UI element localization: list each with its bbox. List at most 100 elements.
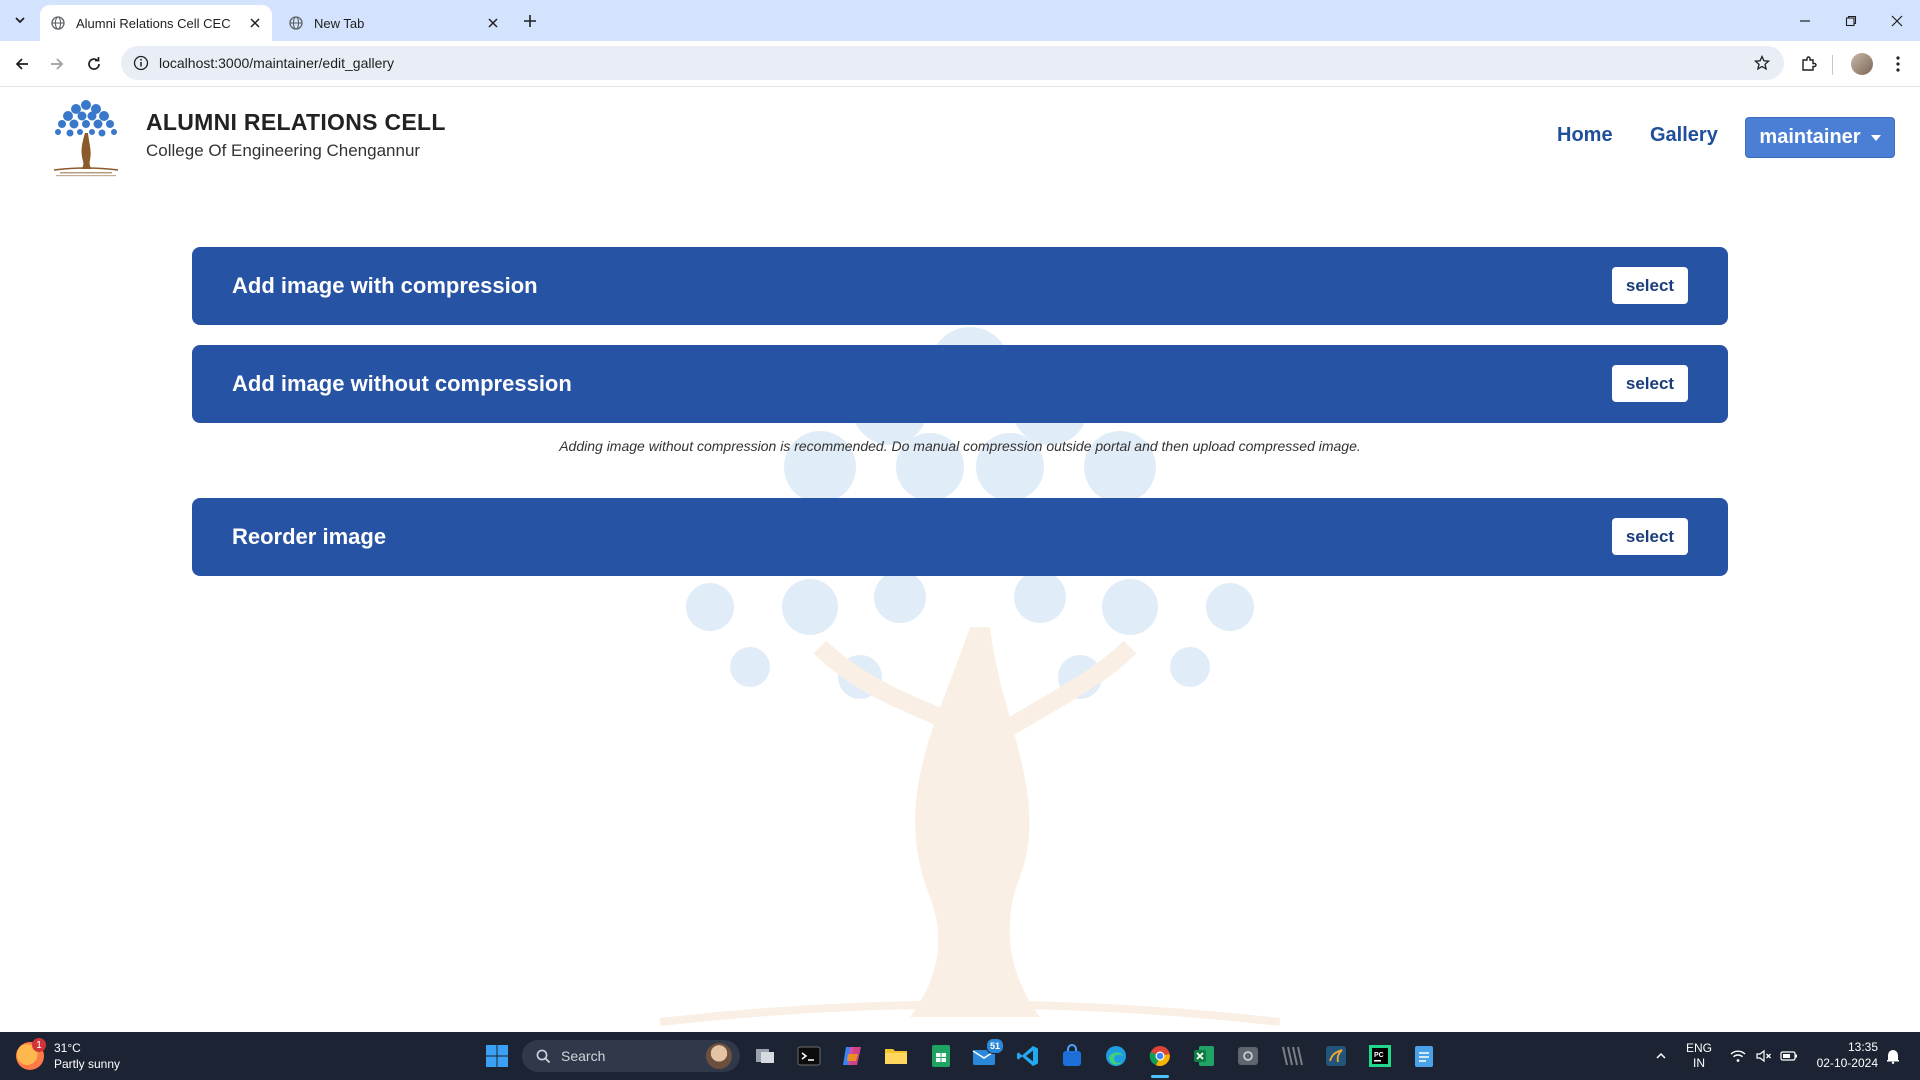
taskbar-search[interactable]: Search: [522, 1040, 740, 1072]
browser-toolbar: localhost:3000/maintainer/edit_gallery: [0, 41, 1920, 87]
windows-logo-icon: [486, 1045, 508, 1067]
battery-status[interactable]: [1780, 1032, 1798, 1080]
extensions-button[interactable]: [1794, 49, 1824, 79]
reload-button[interactable]: [79, 49, 109, 79]
taskbar-mysql[interactable]: [1322, 1042, 1350, 1070]
url-text: localhost:3000/maintainer/edit_gallery: [159, 55, 395, 71]
puzzle-icon: [1802, 56, 1817, 71]
volume-muted-icon: [1756, 1049, 1771, 1063]
start-button[interactable]: [483, 1042, 511, 1070]
search-highlight-image: [706, 1043, 732, 1069]
app-bag-icon: [1063, 1044, 1081, 1066]
card-label: Add image without compression: [232, 371, 572, 396]
weather-desc: Partly sunny: [54, 1057, 121, 1071]
nav-home-link[interactable]: Home: [1557, 124, 1613, 147]
plus-icon: [524, 15, 536, 27]
edge-icon: [1106, 1046, 1126, 1066]
select-reorder-button[interactable]: select: [1612, 518, 1688, 555]
browser-tab-active[interactable]: Alumni Relations Cell CEC: [40, 5, 272, 41]
windows-taskbar: 1 31°C Partly sunny Search 51 PC ENG IN …: [0, 1032, 1920, 1080]
chevron-down-icon: [15, 17, 25, 24]
tab-title: New Tab: [314, 15, 365, 31]
svg-text:PC: PC: [1374, 1052, 1384, 1059]
back-button[interactable]: [7, 49, 37, 79]
globe-icon: [288, 15, 304, 31]
taskbar-search-placeholder: Search: [561, 1048, 606, 1064]
taskbar-sheets[interactable]: [927, 1042, 955, 1070]
select-with-compression-button[interactable]: select: [1612, 267, 1688, 304]
vscode-icon: [1017, 1046, 1038, 1066]
taskbar-chrome[interactable]: [1146, 1042, 1174, 1078]
forward-button[interactable]: [42, 49, 72, 79]
task-view-icon: [756, 1049, 774, 1063]
weather-widget[interactable]: 1 31°C Partly sunny: [16, 1038, 121, 1072]
taskbar-terminal[interactable]: [795, 1042, 823, 1070]
globe-icon: [50, 15, 66, 31]
system-clock[interactable]: 13:35 02-10-2024: [1806, 1039, 1878, 1071]
compression-note: Adding image without compression is reco…: [559, 438, 1361, 454]
taskbar-notepad[interactable]: [1410, 1042, 1438, 1070]
folder-icon: [885, 1049, 907, 1064]
minimize-button[interactable]: [1782, 0, 1828, 41]
wifi-status[interactable]: [1730, 1032, 1746, 1080]
alumni-cell-logo[interactable]: [46, 95, 126, 177]
arrow-right-icon: [51, 58, 64, 70]
taskbar-app-blue[interactable]: [1058, 1042, 1086, 1070]
language-indicator[interactable]: ENG IN: [1686, 1032, 1712, 1080]
taskbar-mail[interactable]: 51: [970, 1038, 1004, 1070]
kebab-menu-icon: [1896, 56, 1900, 72]
bell-icon: [1887, 1050, 1899, 1064]
avatar: [1851, 53, 1873, 75]
close-tab-icon[interactable]: [246, 14, 264, 32]
show-hidden-icons-button[interactable]: [1655, 1032, 1667, 1080]
close-window-button[interactable]: [1874, 0, 1920, 41]
taskbar-pycharm[interactable]: PC: [1366, 1042, 1394, 1070]
app-lines-icon: [1282, 1046, 1303, 1066]
close-tab-icon[interactable]: [484, 14, 502, 32]
site-title: ALUMNI RELATIONS CELL: [146, 109, 446, 135]
bookmark-star-icon[interactable]: [1750, 51, 1774, 75]
taskbar-app-lines[interactable]: [1278, 1042, 1306, 1070]
task-view-button[interactable]: [751, 1042, 779, 1070]
wifi-icon: [1730, 1050, 1746, 1062]
restore-button[interactable]: [1828, 0, 1874, 41]
active-app-indicator: [1151, 1075, 1169, 1078]
pycharm-icon: PC: [1369, 1045, 1391, 1067]
taskbar-app-gray[interactable]: [1234, 1042, 1262, 1070]
taskbar-edge[interactable]: [1102, 1042, 1130, 1070]
address-bar[interactable]: localhost:3000/maintainer/edit_gallery: [121, 46, 1784, 80]
terminal-icon: [797, 1046, 821, 1066]
tab-search-button[interactable]: [7, 8, 33, 32]
taskbar-excel[interactable]: [1190, 1042, 1218, 1070]
user-menu-label: maintainer: [1759, 126, 1861, 148]
profile-button[interactable]: [1847, 49, 1877, 79]
close-icon: [1891, 15, 1903, 26]
card-label: Reorder image: [232, 524, 387, 549]
lang-top: ENG: [1686, 1041, 1713, 1055]
weather-sun-icon: 1: [16, 1038, 46, 1070]
mail-badge: 51: [986, 1038, 1004, 1054]
add-image-without-compression-card: Add image without compression select: [192, 345, 1728, 423]
select-without-compression-button[interactable]: select: [1612, 365, 1688, 402]
lang-bottom: IN: [1693, 1056, 1705, 1070]
volume-status[interactable]: [1756, 1032, 1772, 1080]
chrome-icon: [1149, 1046, 1170, 1066]
user-menu-dropdown[interactable]: maintainer: [1745, 117, 1895, 158]
caret-down-icon: [1870, 134, 1881, 141]
database-tool-icon: [1326, 1046, 1346, 1066]
taskbar-file-explorer[interactable]: [882, 1042, 910, 1070]
reorder-image-card: Reorder image select: [192, 498, 1728, 576]
browser-tab-newtab[interactable]: New Tab: [278, 5, 510, 41]
browser-menu-button[interactable]: [1883, 49, 1913, 79]
taskbar-vscode[interactable]: [1014, 1042, 1042, 1070]
notification-badge: 1: [32, 1038, 46, 1052]
taskbar-copilot[interactable]: [838, 1042, 866, 1070]
new-tab-button[interactable]: [518, 9, 542, 33]
reload-icon: [88, 57, 100, 70]
notifications-button[interactable]: [1886, 1032, 1900, 1080]
copilot-icon: [843, 1047, 861, 1065]
battery-icon: [1780, 1051, 1797, 1061]
site-info-icon[interactable]: [131, 53, 151, 73]
toolbar-divider: [1832, 55, 1833, 75]
nav-gallery-link[interactable]: Gallery: [1650, 124, 1718, 147]
